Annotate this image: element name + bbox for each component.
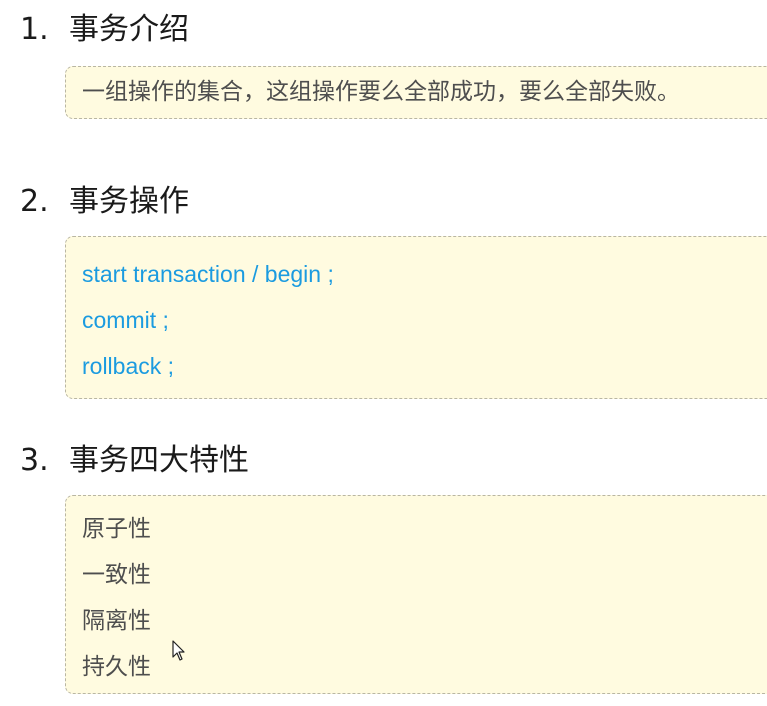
section-2-title: 事务操作 bbox=[69, 184, 189, 219]
section-3-heading: 3. 事务四大特性 bbox=[20, 441, 249, 481]
section-1-title: 事务介绍 bbox=[69, 12, 189, 47]
section-2-heading: 2. 事务操作 bbox=[20, 182, 189, 222]
transaction-definition: 一组操作的集合，这组操作要么全部成功，要么全部失败。 bbox=[82, 79, 680, 105]
section-3-box: 原子性 一致性 隔离性 持久性 bbox=[65, 495, 767, 694]
code-start-transaction: start transaction / begin ; bbox=[82, 261, 334, 287]
section-2-number: 2. bbox=[20, 184, 49, 219]
section-3-number: 3. bbox=[20, 443, 49, 478]
mouse-cursor-icon bbox=[172, 640, 185, 661]
code-rollback: rollback ; bbox=[82, 353, 175, 379]
section-1-box: 一组操作的集合，这组操作要么全部成功，要么全部失败。 bbox=[65, 66, 767, 119]
section-1-number: 1. bbox=[20, 12, 49, 47]
section-2-code-box: start transaction / begin ; commit ; rol… bbox=[65, 236, 767, 399]
property-durability: 持久性 bbox=[82, 654, 151, 680]
property-isolation: 隔离性 bbox=[82, 608, 151, 634]
document-page: 1. 事务介绍 一组操作的集合，这组操作要么全部成功，要么全部失败。 2. 事务操作… bbox=[0, 0, 767, 706]
code-commit: commit ; bbox=[82, 307, 169, 333]
section-1-heading: 1. 事务介绍 bbox=[20, 10, 189, 50]
property-consistency: 一致性 bbox=[82, 562, 151, 588]
section-3-title: 事务四大特性 bbox=[69, 443, 249, 478]
property-atomicity: 原子性 bbox=[82, 516, 151, 542]
